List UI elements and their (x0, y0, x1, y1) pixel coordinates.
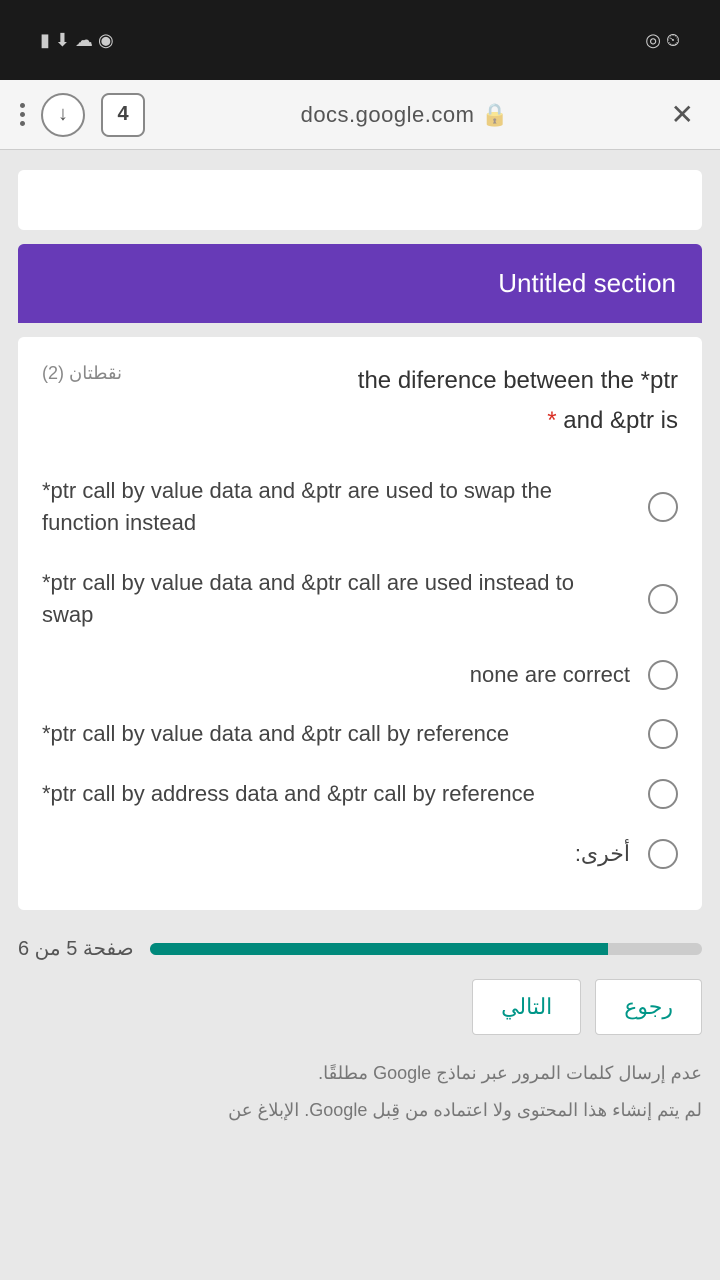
browser-toolbar: ↓ 4 docs.google.com 🔒 ✕ (0, 80, 720, 150)
tab-count[interactable]: 4 (101, 93, 145, 137)
required-asterisk: * (547, 407, 556, 434)
footer-note-2: لم يتم إنشاء هذا المحتوى ولا اعتماده من … (18, 1092, 702, 1129)
option-row[interactable]: *ptr call by value data and &ptr call ar… (42, 553, 678, 645)
progress-bar (150, 943, 702, 955)
card-spacer (18, 170, 702, 230)
question-card: the diference between the *ptr نقطتان (2… (18, 337, 702, 910)
question-points: نقطتان (2) (42, 363, 122, 384)
option-label: *ptr call by value data and &ptr call ar… (42, 567, 630, 631)
option-label: *ptr call by value data and &ptr call by… (42, 718, 630, 750)
question-title-line2: * and &ptr is (42, 407, 678, 435)
option-label: none are correct (42, 659, 630, 691)
download-icon[interactable]: ↓ (41, 93, 85, 137)
option-label: *ptr call by value data and &ptr are use… (42, 475, 630, 539)
section-header: Untitled section (18, 244, 702, 323)
footer-note-1: عدم إرسال كلمات المرور عبر نماذج Google … (18, 1055, 702, 1092)
option-other-label: أخرى: (42, 838, 630, 870)
radio-icon[interactable] (648, 779, 678, 809)
option-row[interactable]: *ptr call by value data and &ptr are use… (42, 461, 678, 553)
radio-icon[interactable] (648, 719, 678, 749)
status-bar: ▮ ⬇ ☁ ◉ ◎ ⏲ (0, 0, 720, 80)
status-right-icons: ◎ ⏲ (645, 30, 680, 51)
menu-icon[interactable] (20, 103, 25, 126)
progress-fill (150, 943, 608, 955)
radio-icon[interactable] (648, 839, 678, 869)
close-icon[interactable]: ✕ (665, 98, 700, 131)
radio-icon[interactable] (648, 660, 678, 690)
back-button[interactable]: رجوع (595, 979, 702, 1035)
option-row[interactable]: none are correct (42, 645, 678, 705)
url-bar[interactable]: docs.google.com 🔒 (161, 102, 649, 128)
question-title-line1: the diference between the *ptr (134, 363, 678, 399)
page-content: Untitled section the diference between t… (0, 150, 720, 1280)
option-row[interactable]: *ptr call by address data and &ptr call … (42, 764, 678, 824)
pager: صفحة 5 من 6 (18, 936, 702, 961)
radio-icon[interactable] (648, 584, 678, 614)
option-label: *ptr call by address data and &ptr call … (42, 778, 630, 810)
status-left-icons: ▮ ⬇ ☁ ◉ (40, 30, 114, 51)
lock-icon: 🔒 (481, 102, 509, 127)
option-row[interactable]: *ptr call by value data and &ptr call by… (42, 704, 678, 764)
next-button[interactable]: التالي (472, 979, 581, 1035)
nav-buttons: رجوع التالي (18, 979, 702, 1035)
page-label: صفحة 5 من 6 (18, 936, 134, 961)
option-other-row[interactable]: أخرى: (42, 824, 678, 884)
radio-icon[interactable] (648, 492, 678, 522)
